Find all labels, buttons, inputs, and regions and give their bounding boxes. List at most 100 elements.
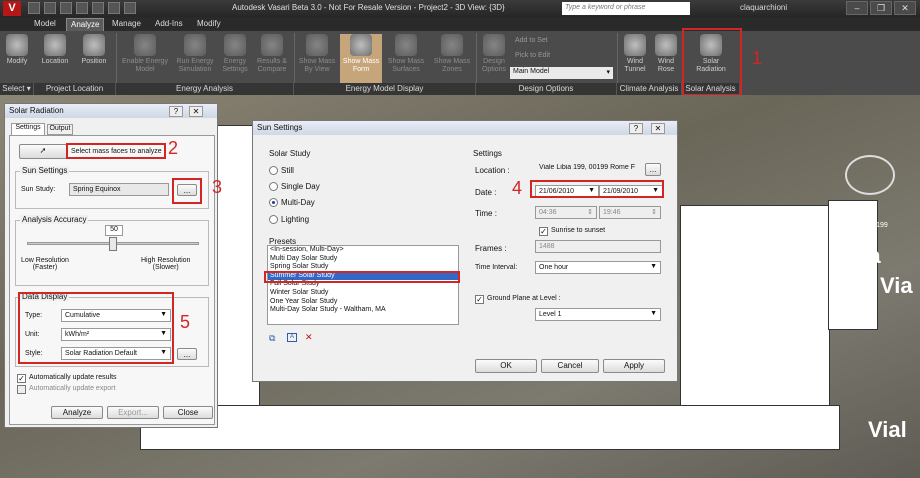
show-mass-surfaces-button[interactable]: Show Mass Surfaces (384, 34, 428, 74)
analyze-button[interactable]: Analyze (51, 406, 103, 419)
ground-plane-checkbox[interactable]: ✓ (475, 295, 484, 304)
list-item[interactable]: <In-session, Multi-Day> (268, 246, 458, 255)
position-icon (83, 34, 105, 56)
viewcube-icon[interactable] (845, 155, 895, 195)
duplicate-preset-icon[interactable]: ⧉ (269, 333, 275, 344)
time-from-field[interactable]: 04:36 ⇕ (535, 206, 597, 219)
time-to-field[interactable]: 19:46 ⇕ (599, 206, 661, 219)
cursor-icon (6, 34, 28, 56)
redo-icon[interactable] (92, 2, 104, 14)
wind-tunnel-button[interactable]: Wind Tunnel (620, 34, 650, 74)
title-bar: V Autodesk Vasari Beta 3.0 - Not For Res… (0, 0, 920, 17)
tab-model[interactable]: Model (30, 18, 60, 31)
measure-icon[interactable] (124, 2, 136, 14)
list-item[interactable]: Multi Day Solar Study (268, 255, 458, 264)
sun-settings-dialog: Sun Settings ? ✕ Solar Study Still Singl… (252, 120, 678, 382)
list-item[interactable]: One Year Solar Study (268, 298, 458, 307)
minimize-icon[interactable]: – (846, 1, 868, 15)
new-icon[interactable] (28, 2, 40, 14)
annotation-box-5 (18, 292, 174, 364)
close-icon[interactable]: ✕ (189, 106, 203, 117)
ground-plane-label: Ground Plane at Level : (487, 295, 561, 302)
location-value: Viale Libia 199, 00199 Rome F (539, 164, 635, 171)
add-to-set-button[interactable]: Add to Set (515, 37, 548, 44)
ok-button[interactable]: OK (475, 359, 537, 373)
list-item[interactable]: Winter Solar Study (268, 289, 458, 298)
sun-study-field[interactable]: Spring Equinox (69, 183, 169, 196)
presets-list[interactable]: <In-session, Multi-Day> Multi Day Solar … (267, 245, 459, 325)
radio-still[interactable] (269, 166, 278, 175)
cancel-button[interactable]: Cancel (541, 359, 599, 373)
accuracy-slider-thumb[interactable] (109, 237, 117, 251)
apply-button[interactable]: Apply (603, 359, 665, 373)
design-options-icon (483, 34, 505, 56)
auto-update-export-label: Automatically update export (29, 385, 116, 392)
tab-settings[interactable]: Settings (11, 123, 45, 135)
close-icon[interactable]: ✕ (651, 123, 665, 134)
tab-modify[interactable]: Modify (193, 18, 225, 31)
mass-zones-icon (441, 34, 463, 56)
radio-multi-day-label: Multi-Day (281, 198, 315, 207)
enable-energy-model-button[interactable]: Enable Energy Model (119, 34, 171, 74)
location-button[interactable]: Location (36, 34, 74, 66)
energy-settings-button[interactable]: Energy Settings (219, 34, 251, 74)
radio-single-day[interactable] (269, 182, 278, 191)
tab-add-ins[interactable]: Add-Ins (151, 18, 187, 31)
location-browse-button[interactable]: ... (645, 163, 661, 176)
help-icon[interactable]: ? (629, 123, 643, 134)
list-item[interactable]: Multi-Day Solar Study - Waltham, MA (268, 306, 458, 315)
undo-icon[interactable] (76, 2, 88, 14)
compare-icon (261, 34, 283, 56)
export-button[interactable]: Export... (107, 406, 159, 419)
run-energy-simulation-button[interactable]: Run Energy Simulation (173, 34, 217, 74)
ribbon: Modify Location Position Enable Energy M… (0, 31, 920, 95)
tab-output[interactable]: Output (47, 124, 73, 135)
ground-level-dropdown[interactable]: Level 1 ▼ (535, 308, 661, 321)
mass-building[interactable] (140, 405, 840, 450)
app-logo-icon[interactable]: V (3, 1, 21, 16)
annotation-box-4 (530, 180, 664, 198)
position-button[interactable]: Position (76, 34, 112, 66)
pick-to-edit-button[interactable]: Pick to Edit (515, 52, 550, 59)
restore-icon[interactable]: ❐ (870, 1, 892, 15)
select-faces-button[interactable]: ➚ (19, 144, 67, 159)
show-mass-by-view-button[interactable]: Show Mass By View (296, 34, 338, 74)
tab-manage[interactable]: Manage (108, 18, 145, 31)
auto-update-results-checkbox[interactable]: ✓ (17, 374, 26, 383)
print-icon[interactable] (108, 2, 120, 14)
time-interval-dropdown[interactable]: One hour ▼ (535, 261, 661, 274)
design-option-dropdown[interactable]: Main Model ▾ (510, 67, 613, 79)
cursor-icon: ➚ (39, 146, 47, 155)
search-input[interactable]: Type a keyword or phrase (562, 2, 690, 15)
annotation-box-2 (66, 143, 166, 159)
style-browse-button[interactable]: ... (177, 348, 197, 360)
delete-preset-icon[interactable]: ✕ (305, 332, 313, 343)
open-icon[interactable] (44, 2, 56, 14)
group-climate-analysis: Climate Analysis (617, 83, 682, 95)
close-button[interactable]: Close (163, 406, 213, 419)
location-label: Location : (475, 166, 510, 175)
design-options-button[interactable]: Design Options (478, 34, 510, 74)
show-mass-form-button[interactable]: Show Mass Form (340, 34, 382, 83)
sunrise-to-sunset-checkbox[interactable]: ✓ (539, 227, 548, 236)
run-icon (184, 34, 206, 56)
sunrise-to-sunset-label: Sunrise to sunset (551, 227, 606, 234)
radio-lighting[interactable] (269, 215, 278, 224)
wind-rose-button[interactable]: Wind Rose (652, 34, 680, 74)
energy-icon (134, 34, 156, 56)
radio-multi-day[interactable] (269, 198, 278, 207)
user-name[interactable]: claquarchioni (740, 3, 787, 12)
rename-preset-icon[interactable]: A (287, 333, 297, 342)
modify-button[interactable]: Modify (2, 34, 32, 66)
close-icon[interactable]: ✕ (894, 1, 916, 15)
wind-rose-icon (655, 34, 677, 56)
show-mass-zones-button[interactable]: Show Mass Zones (430, 34, 474, 74)
select-menu[interactable]: Select ▾ (0, 83, 34, 95)
spinner-icon: ⇕ (587, 209, 593, 216)
save-icon[interactable] (60, 2, 72, 14)
help-icon[interactable]: ? (169, 106, 183, 117)
radio-still-label: Still (281, 166, 294, 175)
results-compare-button[interactable]: Results & Compare (253, 34, 291, 74)
tab-analyze[interactable]: Analyze (66, 18, 105, 31)
auto-update-export-checkbox[interactable] (17, 385, 26, 394)
